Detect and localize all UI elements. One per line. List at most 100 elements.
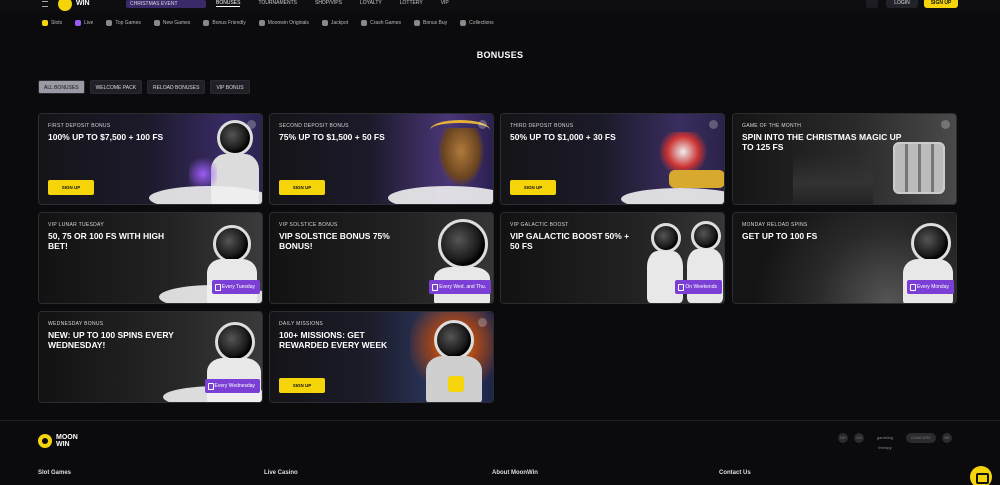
- snow-decoration: [388, 186, 493, 204]
- chat-icon[interactable]: [970, 466, 992, 485]
- filter-vip-bonus[interactable]: VIP BONUS: [210, 80, 250, 94]
- top-nav: BONUSES TOURNAMENTS SHOP/VIPS LOYALTY LO…: [216, 0, 449, 7]
- footer-logo-text[interactable]: MOON WIN: [56, 434, 78, 448]
- nav-tournaments[interactable]: TOURNAMENTS: [258, 0, 297, 7]
- card-label: FIRST DEPOSIT BONUS: [48, 123, 111, 129]
- gamcare-logo: GAMCARE: [906, 433, 936, 443]
- moon-icon: [258, 20, 265, 26]
- nav-loyalty[interactable]: LOYALTY: [360, 0, 382, 7]
- card-title: 100+ MISSIONS: GET REWARDED EVERY WEEK: [279, 330, 388, 350]
- snow-decoration: [621, 188, 724, 204]
- astronaut-body: [647, 251, 683, 303]
- card-title: NEW: UP TO 100 SPINS EVERY WEDNESDAY!: [48, 330, 174, 350]
- footer-logo-inner: [42, 438, 48, 444]
- bonus-card-vip-solstice[interactable]: VIP SOLSTICE BONUS VIP SOLSTICE BONUS 75…: [269, 212, 494, 304]
- category-new-games[interactable]: New Games: [153, 20, 190, 26]
- footer-col-live-casino[interactable]: Live Casino: [264, 470, 298, 476]
- footer-col-about[interactable]: About MoonWin: [492, 470, 538, 476]
- info-icon[interactable]: [247, 120, 256, 129]
- card-title: SPIN INTO THE CHRISTMAS MAGIC UP TO 125 …: [742, 132, 902, 152]
- bonus-card-monday-reload[interactable]: MONDAY RELOAD SPINS GET UP TO 100 FS Eve…: [732, 212, 957, 304]
- mission-emblem-icon: [448, 376, 464, 392]
- logo-icon[interactable]: [58, 0, 72, 11]
- logo-text[interactable]: WIN: [76, 0, 90, 7]
- gift-icon: [203, 20, 210, 26]
- schedule-badge: Every Wednesday: [204, 379, 260, 393]
- card-label: VIP LUNAR TUESDAY: [48, 222, 104, 228]
- astronaut-body-2: [687, 249, 723, 303]
- card-title: 50, 75 OR 100 FS WITH HIGH BET!: [48, 231, 165, 251]
- cart-icon: [413, 20, 420, 26]
- filter-welcome-pack[interactable]: WELCOME PACK: [89, 80, 143, 94]
- category-collections[interactable]: Collections: [460, 20, 494, 26]
- collections-icon: [460, 20, 467, 26]
- bonus-card-vip-lunar-tuesday[interactable]: VIP LUNAR TUESDAY 50, 75 OR 100 FS WITH …: [38, 212, 263, 304]
- bonus-card-vip-galactic[interactable]: VIP GALACTIC BOOST VIP GALACTIC BOOST 50…: [500, 212, 725, 304]
- bonus-card-game-of-month[interactable]: GAME OF THE MONTH SPIN INTO THE CHRISTMA…: [732, 113, 957, 205]
- category-top-games[interactable]: Top Games: [106, 20, 141, 26]
- sleigh-image: [669, 170, 724, 188]
- partner-logos: 18+ GA gambling therapy GAMCARE BE: [838, 433, 952, 450]
- filter-reload-bonuses[interactable]: RELOAD BONUSES: [147, 80, 206, 94]
- rocket-icon: [361, 20, 368, 26]
- category-originals[interactable]: Moonwin Originals: [258, 20, 309, 26]
- promo-chip[interactable]: CHRISTMAS EVENT: [126, 0, 206, 8]
- card-label: WEDNESDAY BONUS: [48, 321, 104, 327]
- bonus-card-first-deposit[interactable]: FIRST DEPOSIT BONUS 100% UP TO $7,500 + …: [38, 113, 263, 205]
- menu-icon[interactable]: [42, 1, 48, 7]
- filter-all-bonuses[interactable]: ALL BONUSES: [38, 80, 85, 94]
- astronaut-image: [213, 225, 251, 263]
- bonus-card-third-deposit[interactable]: THIRD DEPOSIT BONUS 50% UP TO $1,000 + 3…: [500, 113, 725, 205]
- astronaut-image: [651, 223, 681, 253]
- astronaut-image: [215, 322, 255, 362]
- signup-button[interactable]: SIGN UP: [279, 378, 325, 393]
- category-slots[interactable]: Slots: [42, 20, 62, 26]
- footer-col-contact[interactable]: Contact Us: [719, 470, 751, 476]
- bonus-card-second-deposit[interactable]: SECOND DEPOSIT BONUS 75% UP TO $1,500 + …: [269, 113, 494, 205]
- card-label: VIP GALACTIC BOOST: [510, 222, 569, 228]
- category-live[interactable]: Live: [75, 20, 93, 26]
- footer-divider: [0, 420, 1000, 421]
- new-icon: [153, 20, 160, 26]
- nav-bonuses[interactable]: BONUSES: [216, 0, 241, 7]
- bonus-card-daily-missions[interactable]: DAILY MISSIONS 100+ MISSIONS: GET REWARD…: [269, 311, 494, 403]
- search-icon[interactable]: [866, 0, 878, 8]
- nav-vip[interactable]: VIP: [441, 0, 449, 7]
- gambling-therapy-logo: gambling therapy: [876, 435, 894, 450]
- footer-col-slot-games[interactable]: Slot Games: [38, 470, 71, 476]
- schedule-badge: Every Wed. and Thu.: [429, 280, 491, 294]
- gambling-anonymous-icon: GA: [854, 433, 864, 443]
- signup-button[interactable]: SIGN UP: [510, 180, 556, 195]
- info-icon[interactable]: [478, 120, 487, 129]
- signup-button[interactable]: SIGN UP: [279, 180, 325, 195]
- card-label: VIP SOLSTICE BONUS: [279, 222, 338, 228]
- card-title: VIP GALACTIC BOOST 50% + 50 FS: [510, 231, 630, 251]
- login-button[interactable]: LOGIN: [886, 0, 918, 8]
- bonus-card-wednesday[interactable]: WEDNESDAY BONUS NEW: UP TO 100 SPINS EVE…: [38, 311, 263, 403]
- top-header: WIN CHRISTMAS EVENT BONUSES TOURNAMENTS …: [0, 0, 1000, 12]
- signup-button[interactable]: SIGN UP: [48, 180, 94, 195]
- card-label: GAME OF THE MONTH: [742, 123, 802, 129]
- category-bar: Slots Live Top Games New Games Bonus Fri…: [42, 20, 494, 26]
- category-jackpot[interactable]: Jackpot: [321, 20, 348, 26]
- card-title: GET UP TO 100 FS: [742, 231, 818, 241]
- card-title: 100% UP TO $7,500 + 100 FS: [48, 132, 164, 142]
- card-label: SECOND DEPOSIT BONUS: [279, 123, 349, 129]
- info-icon[interactable]: [478, 318, 487, 327]
- signup-button[interactable]: SIGN UP: [924, 0, 958, 8]
- slots-icon: [42, 20, 48, 26]
- age-18-icon: 18+: [838, 433, 848, 443]
- card-title: 50% UP TO $1,000 + 30 FS: [510, 132, 616, 142]
- category-bonus-buy[interactable]: Bonus Buy: [413, 20, 447, 26]
- nav-shop[interactable]: SHOP/VIPS: [315, 0, 342, 7]
- category-bonus-friendly[interactable]: Bonus Friendly: [203, 20, 246, 26]
- page-title: BONUSES: [476, 50, 524, 60]
- category-crash[interactable]: Crash Games: [361, 20, 401, 26]
- jackpot-icon: [321, 20, 328, 26]
- christmas-trees-image: [793, 154, 873, 204]
- card-label: DAILY MISSIONS: [279, 321, 324, 327]
- nav-lottery[interactable]: LOTTERY: [400, 0, 423, 7]
- info-icon[interactable]: [941, 120, 950, 129]
- info-icon[interactable]: [709, 120, 718, 129]
- live-icon: [75, 20, 82, 26]
